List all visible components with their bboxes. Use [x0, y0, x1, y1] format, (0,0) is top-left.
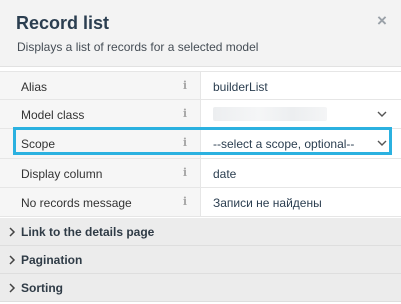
property-value: builderList — [213, 80, 268, 94]
property-label-cell: Model class i — [0, 100, 201, 128]
property-row-no-records-message: No records message i Записи не найдены — [0, 188, 401, 217]
info-icon[interactable]: i — [180, 79, 190, 93]
property-row-display-column: Display column i date — [0, 159, 401, 188]
property-label: Alias — [21, 80, 48, 94]
alias-input[interactable]: builderList — [202, 72, 401, 99]
info-icon[interactable]: i — [180, 136, 190, 150]
section-title: Pagination — [21, 253, 83, 267]
chevron-right-icon — [9, 227, 16, 237]
scope-dropdown[interactable]: --select a scope, optional-- — [202, 129, 401, 158]
section-sorting[interactable]: Sorting — [0, 274, 401, 302]
chevron-down-icon — [377, 111, 387, 117]
property-label: Display column — [21, 167, 103, 181]
property-row-model-class: Model class i — [0, 100, 401, 129]
collapsible-sections: Link to the details page Pagination Sort… — [0, 218, 401, 302]
info-icon[interactable]: i — [180, 166, 190, 180]
display-column-input[interactable]: date — [202, 159, 401, 187]
record-list-inspector: Record list Displays a list of records f… — [0, 0, 401, 304]
property-value: date — [213, 167, 237, 181]
inspector-header: Record list Displays a list of records f… — [0, 0, 401, 67]
section-title: Link to the details page — [21, 225, 155, 239]
info-icon[interactable]: i — [180, 107, 190, 121]
property-list: Alias i builderList Model class i Scope … — [0, 71, 401, 217]
section-title: Sorting — [21, 281, 63, 295]
model-class-dropdown[interactable] — [202, 100, 401, 128]
property-label-cell: Display column i — [0, 159, 201, 187]
info-icon[interactable]: i — [180, 195, 190, 209]
property-row-alias: Alias i builderList — [0, 71, 401, 100]
inspector-title: Record list — [16, 13, 110, 33]
chevron-down-icon — [377, 140, 387, 146]
property-label: Model class — [21, 108, 85, 122]
property-label: No records message — [21, 196, 132, 210]
chevron-right-icon — [9, 283, 16, 293]
chevron-right-icon — [9, 255, 16, 265]
property-label: Scope — [21, 137, 56, 151]
property-label-cell: Alias i — [0, 72, 201, 99]
section-link-to-details-page[interactable]: Link to the details page — [0, 218, 401, 246]
property-value: Записи не найдены — [213, 196, 322, 210]
no-records-message-input[interactable]: Записи не найдены — [202, 188, 401, 216]
inspector-description: Displays a list of records for a selecte… — [17, 40, 259, 54]
section-pagination[interactable]: Pagination — [0, 246, 401, 274]
property-row-scope: Scope i --select a scope, optional-- — [0, 127, 401, 159]
redacted-value — [213, 107, 327, 121]
property-value: --select a scope, optional-- — [213, 137, 355, 151]
property-label-cell: Scope i — [0, 129, 201, 158]
property-label-cell: No records message i — [0, 188, 201, 216]
close-icon[interactable]: × — [373, 12, 391, 30]
